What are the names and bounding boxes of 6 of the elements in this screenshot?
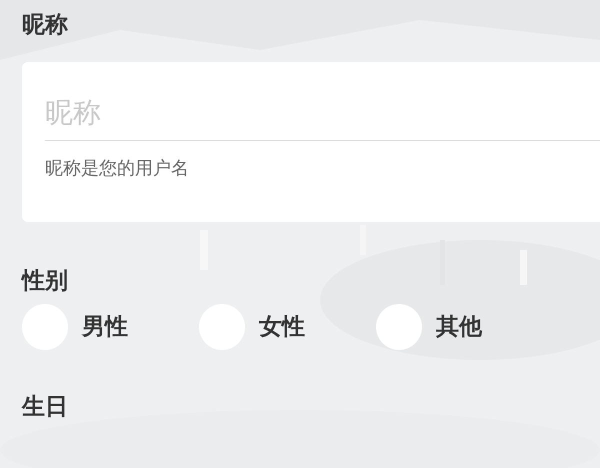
field-label: 昵称: [22, 11, 68, 40]
helper-text: 昵称是您的用户名: [45, 157, 189, 181]
field-label: 生日: [22, 393, 68, 422]
gender-radio[interactable]: 男性: [22, 304, 199, 350]
gender-radio[interactable]: 女性: [199, 304, 376, 350]
field-label: 性别: [22, 267, 68, 296]
